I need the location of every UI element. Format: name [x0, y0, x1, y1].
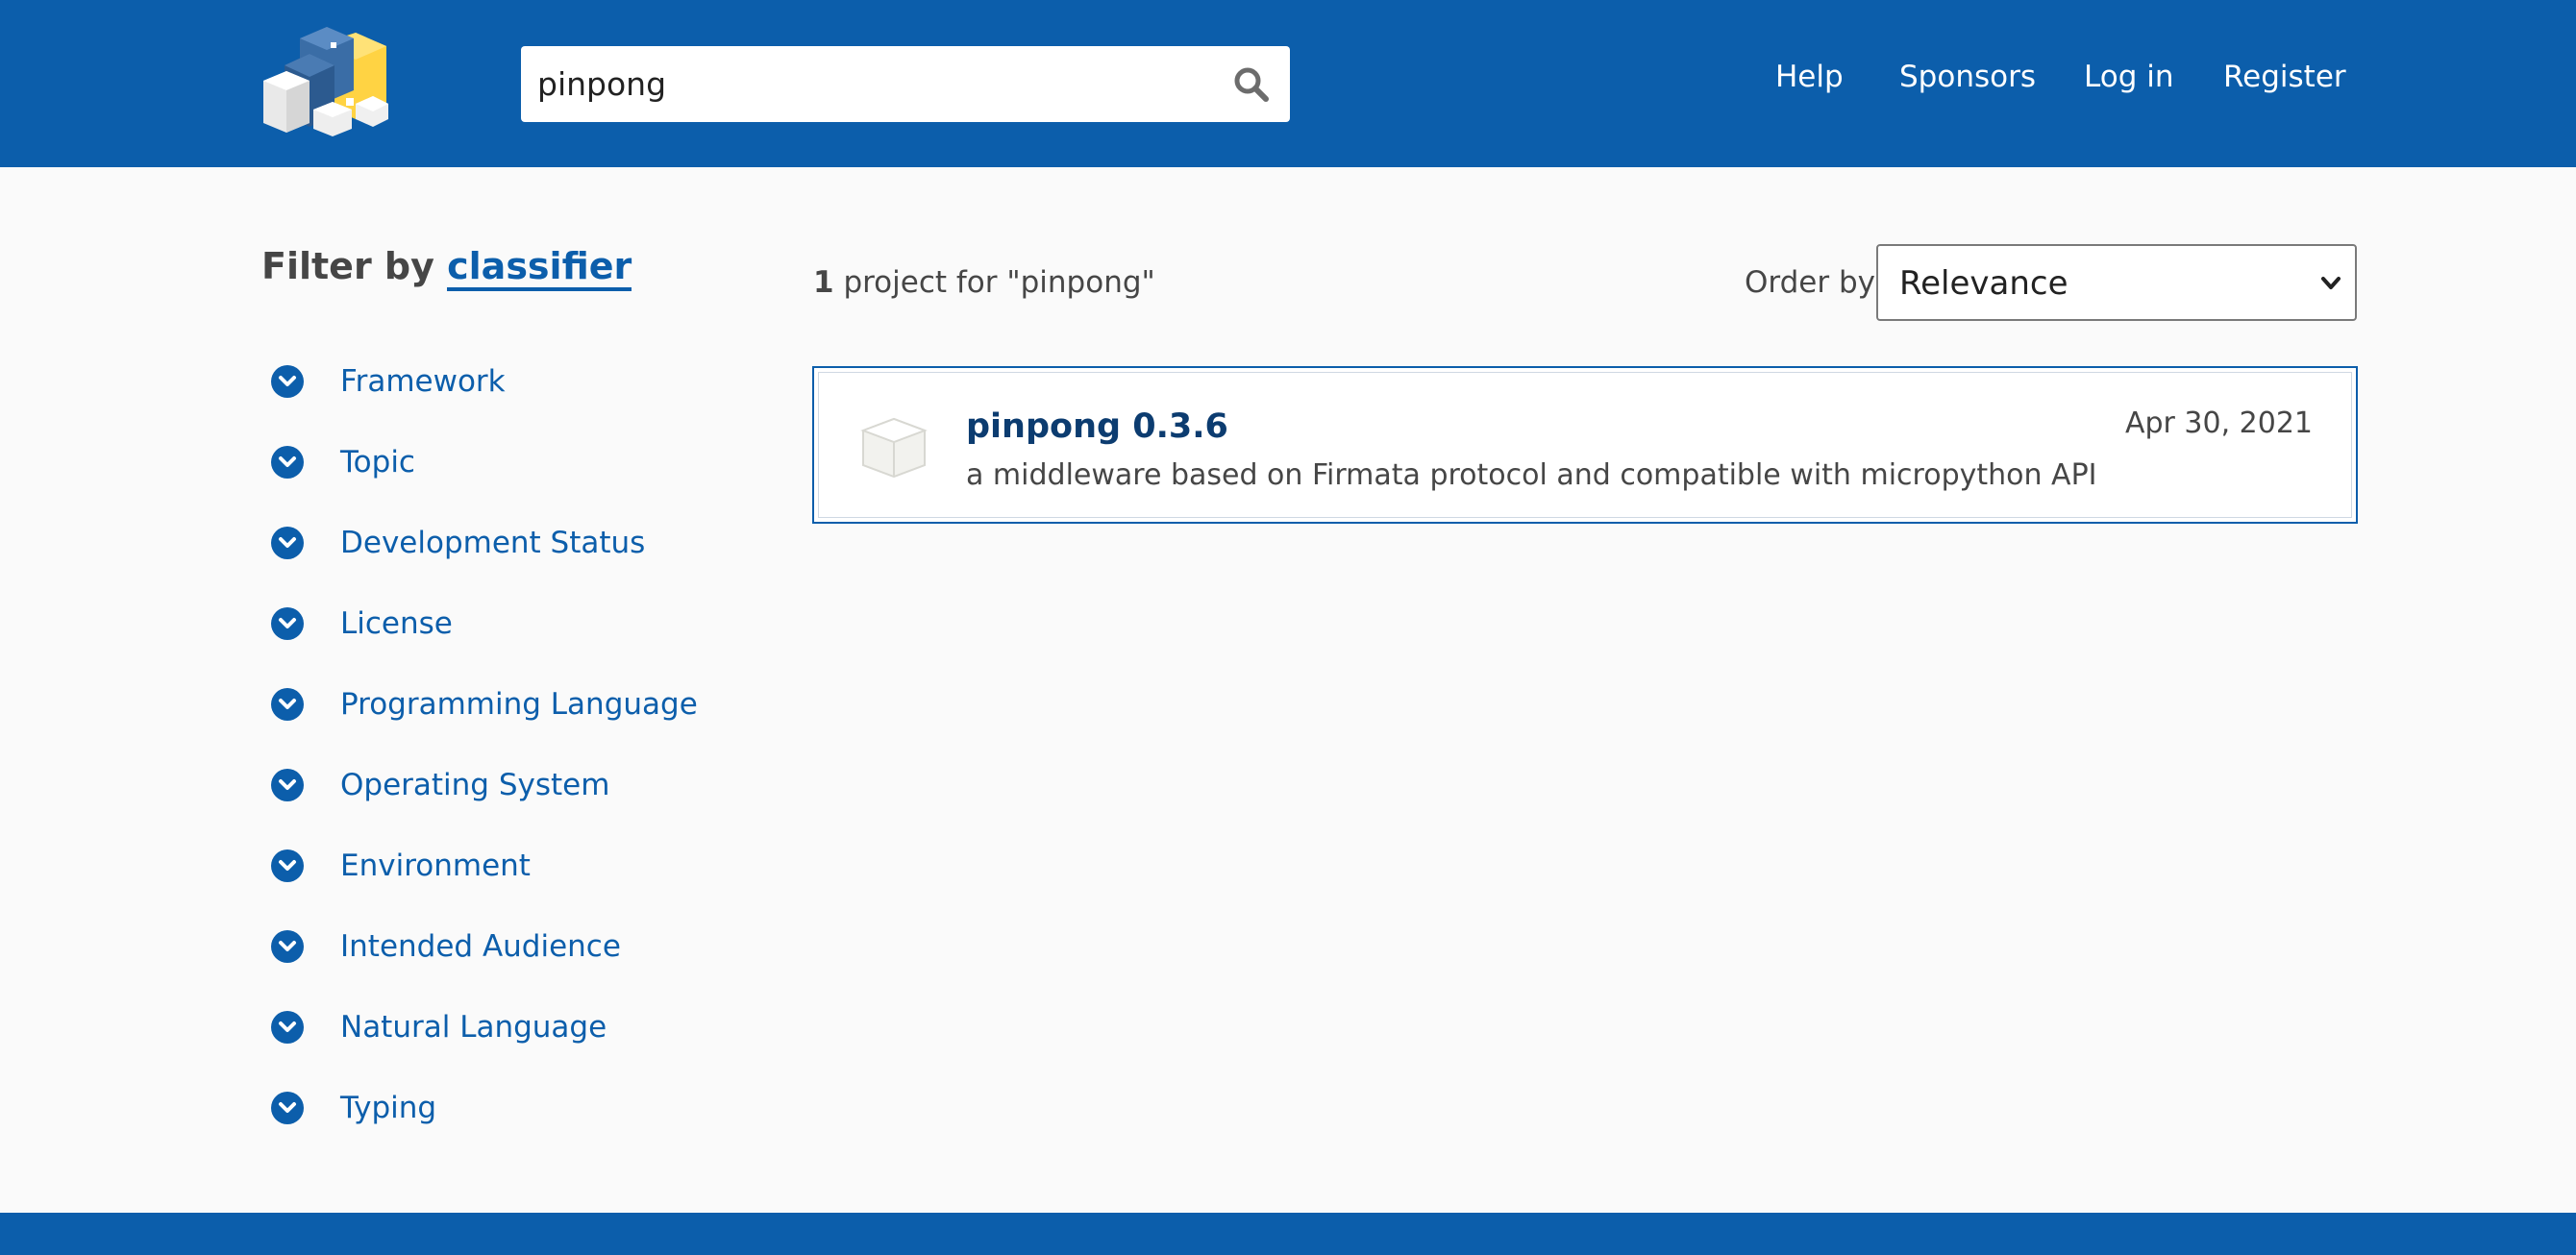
- classifier-filter-item[interactable]: Development Status: [271, 522, 645, 564]
- chevron-down-icon: [271, 688, 304, 721]
- results-count-text: project for "pinpong": [843, 265, 1155, 300]
- classifier-filter-item[interactable]: Typing: [271, 1087, 436, 1129]
- chevron-down-icon: [271, 769, 304, 801]
- chevron-down-icon: [271, 446, 304, 479]
- chevron-down-icon: [271, 1092, 304, 1124]
- order-by-selected-value: Relevance: [1899, 264, 2068, 303]
- order-by-label: Order by: [1745, 265, 1875, 300]
- search-bar: [521, 46, 1290, 122]
- chevron-down-icon: [271, 527, 304, 559]
- classifier-filter-item[interactable]: Framework: [271, 360, 506, 403]
- chevron-down-icon: [271, 607, 304, 640]
- package-date: Apr 30, 2021: [2124, 406, 2313, 440]
- package-result-card[interactable]: pinpong 0.3.6 a middleware based on Firm…: [812, 366, 2358, 524]
- classifier-filter-label: Operating System: [340, 768, 610, 802]
- package-result-inner: pinpong 0.3.6 a middleware based on Firm…: [818, 372, 2352, 518]
- filter-title-prefix: Filter by: [261, 245, 434, 287]
- package-name[interactable]: pinpong 0.3.6: [966, 407, 1228, 446]
- classifier-filter-item[interactable]: Environment: [271, 845, 531, 887]
- search-icon: [1234, 67, 1269, 102]
- classifier-filter-item[interactable]: Programming Language: [271, 683, 698, 726]
- filter-title: Filter by classifier: [261, 245, 632, 291]
- classifier-filter-label: License: [340, 606, 453, 641]
- classifier-filter-label: Typing: [340, 1091, 437, 1125]
- pypi-logo-icon[interactable]: [260, 23, 390, 136]
- chevron-down-icon: [271, 930, 304, 963]
- classifier-filter-label: Framework: [340, 364, 506, 399]
- package-description: a middleware based on Firmata protocol a…: [966, 458, 2097, 492]
- footer-bar: [0, 1213, 2576, 1255]
- nav-help-link[interactable]: Help: [1775, 60, 1844, 106]
- search-input[interactable]: [521, 46, 1213, 122]
- chevron-down-icon: [271, 365, 304, 398]
- classifier-filter-label: Programming Language: [340, 687, 698, 722]
- classifier-filter-label: Intended Audience: [340, 929, 621, 964]
- classifier-filter-label: Development Status: [340, 526, 646, 560]
- classifier-filter-item[interactable]: Operating System: [271, 764, 609, 806]
- classifier-filter-item[interactable]: Natural Language: [271, 1006, 607, 1048]
- results-count-number: 1: [813, 265, 834, 300]
- nav-sponsors-link[interactable]: Sponsors: [1899, 60, 2036, 106]
- classifier-filter-label: Topic: [340, 445, 415, 480]
- classifier-link[interactable]: classifier: [447, 245, 632, 291]
- nav-register-link[interactable]: Register: [2223, 60, 2346, 106]
- classifier-filter-label: Environment: [340, 849, 531, 883]
- classifier-filter-item[interactable]: Intended Audience: [271, 925, 621, 968]
- classifier-filter-item[interactable]: Topic: [271, 441, 415, 483]
- package-box-icon: [857, 411, 930, 484]
- site-header: Help Sponsors Log in Register: [0, 0, 2576, 167]
- search-button[interactable]: [1221, 54, 1282, 114]
- chevron-down-icon: [271, 849, 304, 882]
- classifier-filter-label: Natural Language: [340, 1010, 607, 1045]
- classifier-filter-item[interactable]: License: [271, 603, 453, 645]
- chevron-down-icon: [271, 1011, 304, 1044]
- results-count: 1 project for "pinpong": [813, 265, 1155, 300]
- nav-login-link[interactable]: Log in: [2084, 60, 2173, 106]
- chevron-down-icon: [2320, 271, 2341, 300]
- order-by-select[interactable]: Relevance: [1876, 244, 2357, 321]
